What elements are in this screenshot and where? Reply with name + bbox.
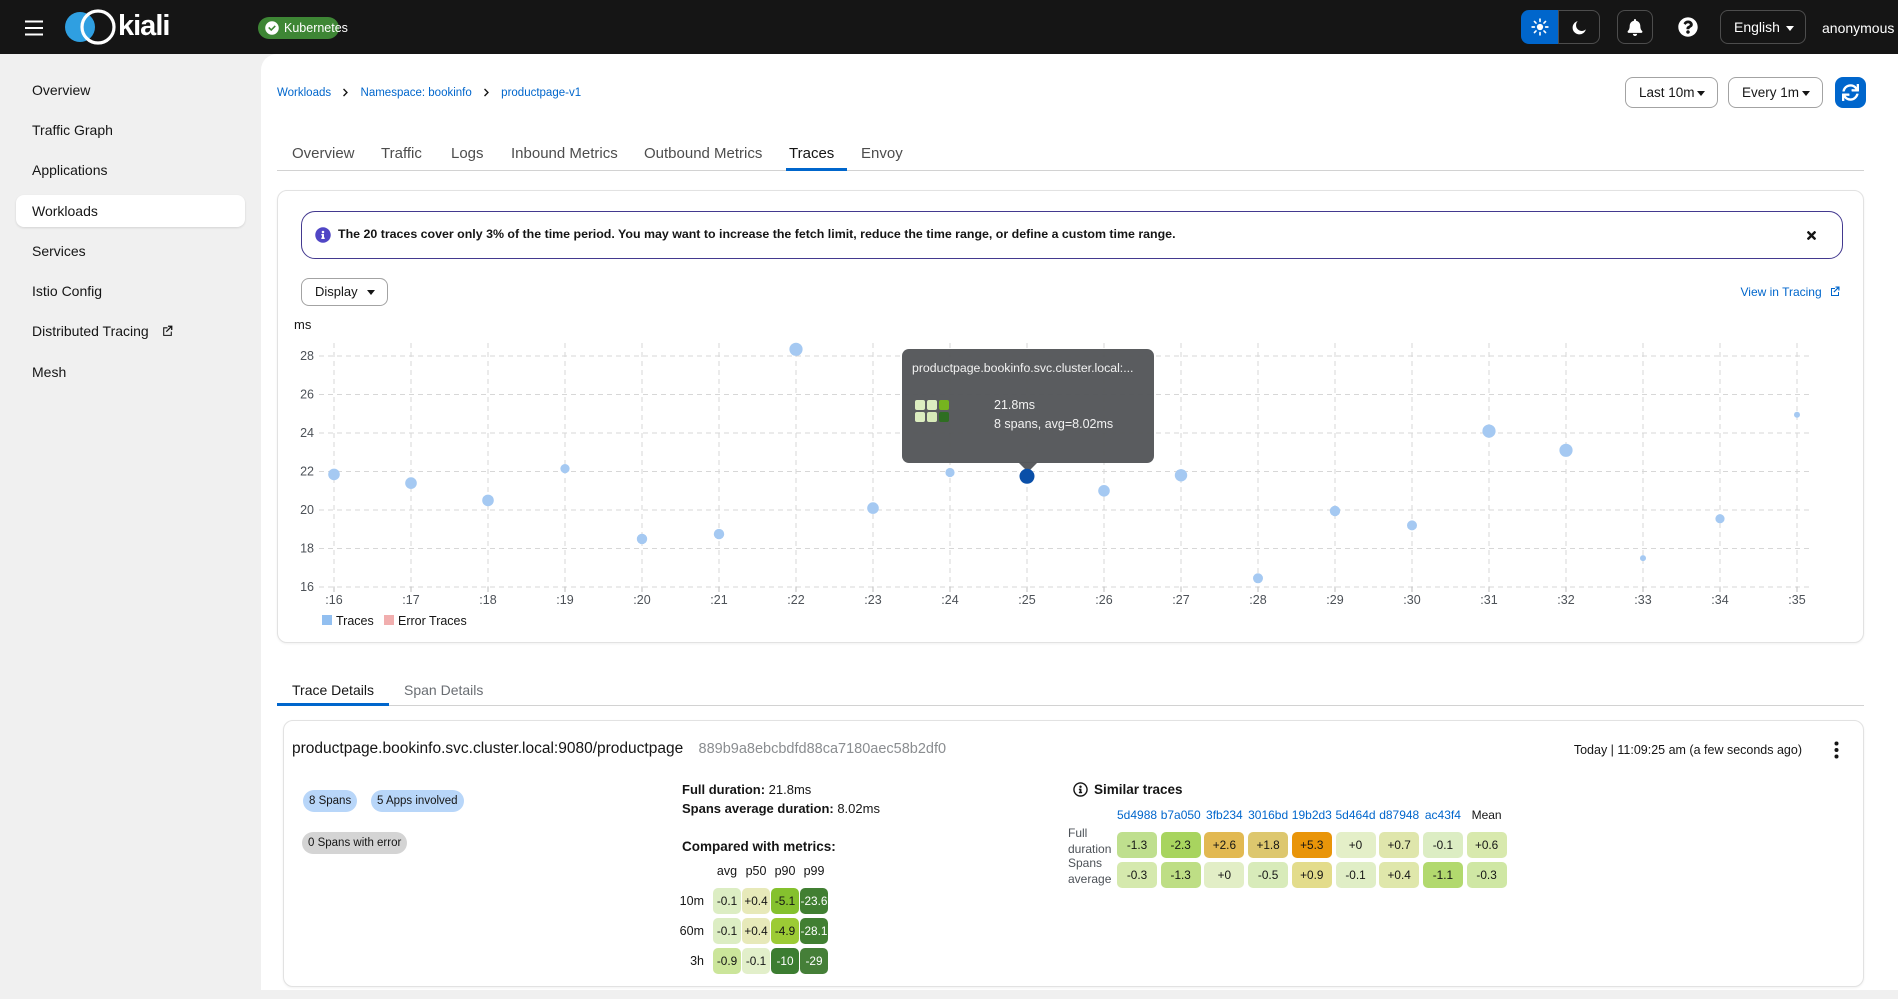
svg-text::18: :18 bbox=[479, 593, 496, 607]
svg-text:28: 28 bbox=[300, 349, 314, 363]
svg-text::20: :20 bbox=[633, 593, 650, 607]
svg-text:24: 24 bbox=[300, 426, 314, 440]
svg-text::16: :16 bbox=[325, 593, 342, 607]
svg-text:20: 20 bbox=[300, 503, 314, 517]
svg-text:ms: ms bbox=[294, 317, 312, 332]
svg-text:26: 26 bbox=[300, 388, 314, 402]
svg-text::24: :24 bbox=[941, 593, 958, 607]
svg-text::19: :19 bbox=[556, 593, 573, 607]
svg-text::23: :23 bbox=[864, 593, 881, 607]
svg-text::35: :35 bbox=[1788, 593, 1805, 607]
svg-text::29: :29 bbox=[1326, 593, 1343, 607]
svg-text::31: :31 bbox=[1480, 593, 1497, 607]
svg-text:22: 22 bbox=[300, 465, 314, 479]
svg-text::26: :26 bbox=[1095, 593, 1112, 607]
svg-text:18: 18 bbox=[300, 542, 314, 556]
svg-text::21: :21 bbox=[710, 593, 727, 607]
svg-text:Traces: Traces bbox=[336, 614, 374, 628]
svg-text::30: :30 bbox=[1403, 593, 1420, 607]
svg-text:16: 16 bbox=[300, 580, 314, 594]
svg-text::32: :32 bbox=[1557, 593, 1574, 607]
svg-text::22: :22 bbox=[787, 593, 804, 607]
svg-text:21.8ms: 21.8ms bbox=[994, 398, 1035, 412]
svg-text::25: :25 bbox=[1018, 593, 1035, 607]
svg-text:8 spans, avg=8.02ms: 8 spans, avg=8.02ms bbox=[994, 417, 1113, 431]
svg-text:Error Traces: Error Traces bbox=[398, 614, 467, 628]
svg-text::17: :17 bbox=[402, 593, 419, 607]
svg-text::27: :27 bbox=[1172, 593, 1189, 607]
svg-text::33: :33 bbox=[1634, 593, 1651, 607]
svg-text::28: :28 bbox=[1249, 593, 1266, 607]
svg-text::34: :34 bbox=[1711, 593, 1728, 607]
svg-text:productpage.bookinfo.svc.clust: productpage.bookinfo.svc.cluster.local:.… bbox=[912, 361, 1133, 375]
